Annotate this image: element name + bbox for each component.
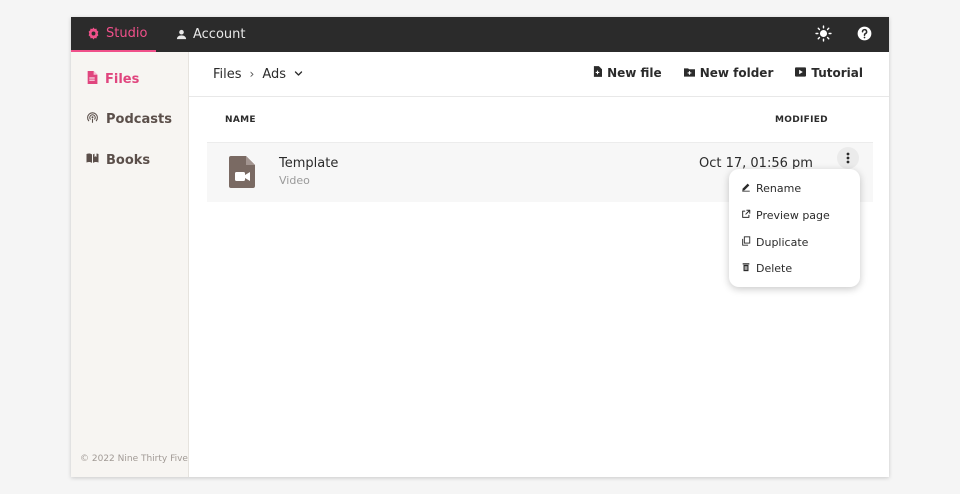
sun-icon xyxy=(814,24,832,46)
person-icon xyxy=(176,29,187,40)
breadcrumb: Files › Ads xyxy=(213,66,303,82)
tab-studio[interactable]: Studio xyxy=(71,17,156,52)
chevron-down-icon[interactable] xyxy=(294,67,303,82)
menu-item-delete[interactable]: Delete xyxy=(741,260,792,276)
new-file-label: New file xyxy=(607,66,662,80)
tutorial-button[interactable]: Tutorial xyxy=(795,66,863,80)
sidebar-item-podcasts[interactable]: Podcasts xyxy=(86,109,172,129)
pencil-icon xyxy=(741,182,751,195)
sidebar-item-books[interactable]: Books xyxy=(86,150,150,170)
menu-item-label: Preview page xyxy=(756,208,830,222)
copyright-text: © 2022 Nine Thirty Five xyxy=(80,454,188,464)
theme-toggle-button[interactable] xyxy=(813,24,833,46)
toolbar-actions: New file New folder Tutorial xyxy=(593,66,863,80)
file-type: Video xyxy=(279,174,310,187)
header-divider xyxy=(189,96,889,97)
menu-item-duplicate[interactable]: Duplicate xyxy=(741,234,808,250)
more-options-button[interactable] xyxy=(837,147,859,169)
menu-item-label: Rename xyxy=(756,181,802,195)
external-link-icon xyxy=(741,209,751,222)
new-folder-button[interactable]: New folder xyxy=(683,66,774,80)
tutorial-label: Tutorial xyxy=(811,66,863,80)
gear-icon xyxy=(87,27,100,40)
menu-item-rename[interactable]: Rename xyxy=(741,180,801,196)
more-vertical-icon xyxy=(846,149,850,168)
tab-account[interactable]: Account xyxy=(174,17,246,52)
breadcrumb-current[interactable]: Ads xyxy=(262,67,286,82)
menu-item-preview-page[interactable]: Preview page xyxy=(741,207,830,223)
breadcrumb-root[interactable]: Files xyxy=(213,67,242,82)
sidebar-item-label: Files xyxy=(105,71,140,87)
new-file-icon xyxy=(593,66,603,80)
new-folder-icon xyxy=(683,66,695,80)
sidebar-item-label: Podcasts xyxy=(106,111,172,127)
play-icon xyxy=(795,66,807,80)
column-header-modified[interactable]: MODIFIED xyxy=(775,115,828,125)
tab-label: Studio xyxy=(106,26,148,41)
breadcrumb-separator: › xyxy=(249,67,255,81)
tab-label: Account xyxy=(193,27,246,42)
sidebar: Files Podcasts Books © 2022 Nine Thirty … xyxy=(71,52,189,477)
copy-icon xyxy=(741,235,751,249)
new-folder-label: New folder xyxy=(699,66,774,80)
new-file-button[interactable]: New file xyxy=(593,66,662,80)
menu-item-label: Delete xyxy=(756,261,793,275)
context-menu: Rename Preview page Duplicate Delete xyxy=(729,169,860,287)
help-button[interactable] xyxy=(854,25,874,45)
top-bar: Studio Account xyxy=(71,17,889,52)
file-icon xyxy=(86,70,98,88)
file-name: Template xyxy=(279,156,339,171)
trash-icon xyxy=(741,262,751,275)
podcast-icon xyxy=(86,111,99,128)
book-icon xyxy=(86,152,99,168)
sidebar-item-label: Books xyxy=(106,152,151,168)
sidebar-item-files[interactable]: Files xyxy=(86,69,139,89)
menu-item-label: Duplicate xyxy=(756,235,809,249)
video-file-icon xyxy=(229,156,255,192)
column-header-name[interactable]: NAME xyxy=(225,115,256,125)
help-icon xyxy=(857,26,872,45)
